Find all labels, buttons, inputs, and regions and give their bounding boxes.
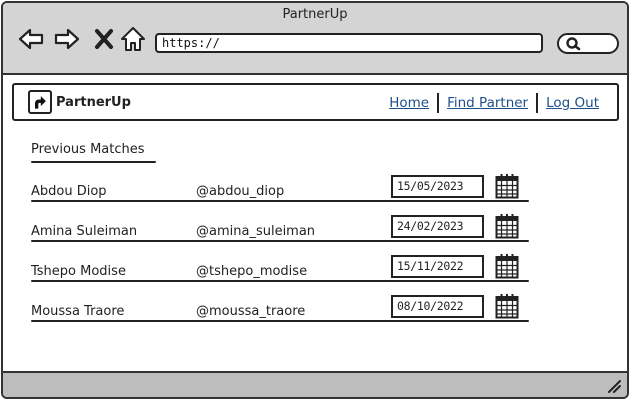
calendar-icon[interactable] (495, 293, 519, 319)
partner-name: Amina Suleiman (31, 224, 138, 239)
row-divider (31, 280, 529, 282)
nav-home-link[interactable]: Home (381, 95, 437, 111)
url-input[interactable]: https:// (155, 33, 543, 53)
search-icon (566, 37, 581, 51)
row-divider (31, 240, 529, 242)
partner-handle: @moussa_traore (196, 304, 306, 319)
nav-log-out-link[interactable]: Log Out (538, 95, 607, 111)
nav-find-partner-link[interactable]: Find Partner (439, 95, 536, 111)
calendar-icon[interactable] (495, 213, 519, 239)
section-title: Previous Matches (31, 142, 145, 157)
window-title: PartnerUp (282, 7, 348, 22)
partner-handle: @tshepo_modise (196, 264, 308, 279)
resize-grip-icon[interactable] (607, 379, 621, 393)
row-divider (31, 320, 529, 322)
arrow-up-logo-icon (28, 90, 52, 114)
partner-name: Abdou Diop (31, 184, 107, 199)
status-bar (3, 371, 627, 397)
match-date-field[interactable]: 15/11/2022 (391, 255, 484, 278)
browser-window: PartnerUp https:// PartnerUp Home Find P… (1, 1, 629, 399)
match-row: Moussa Traore @moussa_traore 08/10/2022 (31, 294, 531, 344)
partner-name: Moussa Traore (31, 304, 125, 319)
browser-search-field[interactable] (557, 33, 619, 54)
main-nav: Home Find Partner Log Out (381, 93, 607, 113)
calendar-icon[interactable] (495, 253, 519, 279)
match-date-field[interactable]: 08/10/2022 (391, 295, 484, 318)
section-title-underline (31, 161, 156, 163)
arrow-right-icon[interactable] (53, 25, 81, 53)
partner-name: Tshepo Modise (31, 264, 126, 279)
calendar-icon[interactable] (495, 173, 519, 199)
brand-name: PartnerUp (56, 95, 131, 110)
browser-chrome: PartnerUp https:// (3, 3, 627, 75)
match-date-field[interactable]: 15/05/2023 (391, 175, 484, 198)
row-divider (31, 200, 529, 202)
match-date-field[interactable]: 24/02/2023 (391, 215, 484, 238)
home-icon[interactable] (119, 25, 147, 53)
partner-handle: @abdou_diop (196, 184, 285, 199)
site-header: PartnerUp Home Find Partner Log Out (12, 83, 619, 121)
partner-handle: @amina_suleiman (196, 224, 316, 239)
arrow-left-icon[interactable] (17, 25, 45, 53)
close-icon[interactable] (91, 25, 119, 53)
